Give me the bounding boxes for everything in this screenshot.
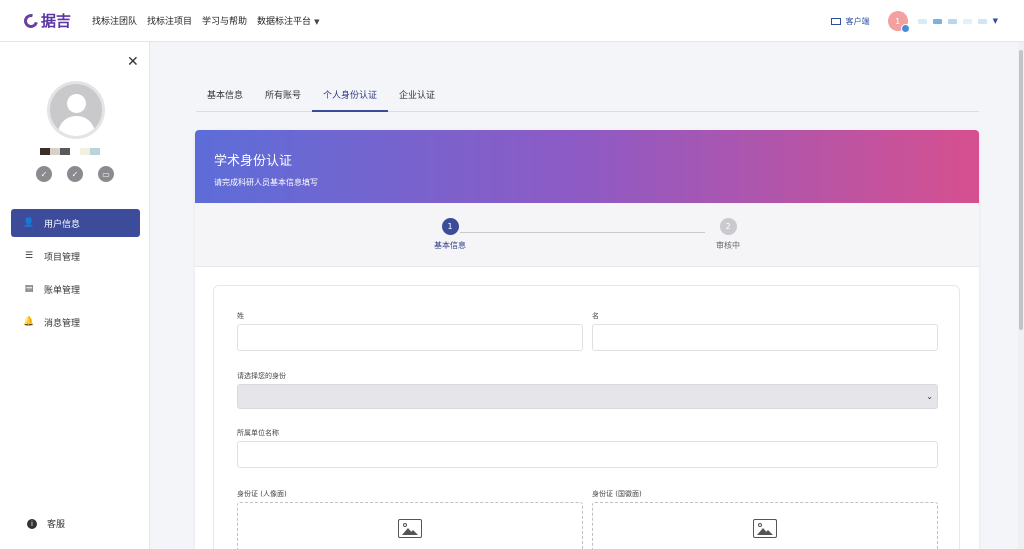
service-label: 客服 <box>47 520 66 530</box>
verified-badge-icon: ✓ <box>67 166 83 182</box>
user-avatar[interactable]: 1 <box>887 11 910 33</box>
notification-count: 1 <box>895 16 901 26</box>
org-name-input[interactable] <box>237 441 938 468</box>
stepper-line <box>460 232 705 233</box>
tab-personal-verification[interactable]: 个人身份认证 <box>312 82 389 112</box>
last-name-input[interactable] <box>237 324 583 351</box>
logo-icon <box>21 10 41 31</box>
sidebar-item-user-info[interactable]: 👤 用户信息 <box>11 209 140 237</box>
sidebar-item-label: 项目管理 <box>44 252 81 263</box>
main-nav: 找标注团队 找标注项目 学习与帮助 数据标注平台 ▼ <box>92 14 329 27</box>
stepper: 1 基本信息 2 审核中 <box>195 203 979 267</box>
form-panel: 姓 名 请选择您的身份 ⌄ 所属单位名称 身份证 (人像面) 身份证 (国徽面) <box>213 285 960 549</box>
page-scrollbar[interactable] <box>1018 42 1024 549</box>
id-front-label: 身份证 (人像面) <box>237 490 287 498</box>
check-badge-icon: ✓ <box>36 166 52 182</box>
sidebar-item-bills[interactable]: ▤ 账单管理 <box>11 275 140 303</box>
account-tabs: 基本信息 所有账号 个人身份认证 企业认证 <box>196 82 979 112</box>
sidebar-item-messages[interactable]: 🔔 消息管理 <box>11 308 140 336</box>
first-name-input[interactable] <box>592 324 938 351</box>
sidebar-item-label: 账单管理 <box>44 285 81 296</box>
tab-basic-info[interactable]: 基本信息 <box>196 82 254 112</box>
step-label: 基本信息 <box>434 241 466 250</box>
bell-icon: 🔔 <box>23 317 35 327</box>
card-badge-icon: ▭ <box>98 166 114 182</box>
top-navbar: 据吉 找标注团队 找标注项目 学习与帮助 数据标注平台 ▼ 客户端 1 ▼ <box>0 0 1024 42</box>
id-front-upload[interactable] <box>237 502 583 549</box>
chevron-down-icon: ⌄ <box>926 392 933 401</box>
image-icon <box>398 519 422 538</box>
sidebar-menu: 👤 用户信息 ☰ 项目管理 ▤ 账单管理 🔔 消息管理 <box>11 209 140 341</box>
step-label: 审核中 <box>716 241 740 250</box>
card-subtitle: 请完成科研人员基本信息填写 <box>214 178 318 187</box>
bill-icon: ▤ <box>24 284 34 294</box>
user-icon: 👤 <box>23 218 35 228</box>
id-back-upload[interactable] <box>592 502 938 549</box>
verification-badges: ✓ ✓ ▭ <box>36 166 129 182</box>
identity-label: 请选择您的身份 <box>237 372 286 380</box>
profile-avatar <box>47 81 105 139</box>
card-banner: 学术身份认证 请完成科研人员基本信息填写 <box>195 130 979 203</box>
sidebar-item-label: 消息管理 <box>44 318 81 329</box>
nav-platform-dropdown[interactable]: 数据标注平台 ▼ <box>257 14 319 27</box>
client-label: 客户端 <box>845 16 870 26</box>
identity-select[interactable]: ⌄ <box>237 384 938 409</box>
id-back-label: 身份证 (国徽面) <box>592 490 642 498</box>
customer-service-link[interactable]: i 客服 <box>27 517 65 530</box>
caret-down-icon: ▼ <box>314 18 320 26</box>
step-basic-info: 1 基本信息 <box>420 218 480 251</box>
last-name-label: 姓 <box>237 312 244 320</box>
logo[interactable]: 据吉 <box>21 10 84 31</box>
sidebar-item-label: 用户信息 <box>44 219 81 230</box>
step-number: 2 <box>719 218 737 235</box>
top-right-area: 客户端 1 ▼ <box>830 0 1004 42</box>
tab-enterprise-verification[interactable]: 企业认证 <box>388 82 446 112</box>
status-dot <box>900 24 910 33</box>
logo-text: 据吉 <box>41 12 72 30</box>
tab-all-accounts[interactable]: 所有账号 <box>254 82 312 112</box>
nav-platform-label: 数据标注平台 <box>257 17 312 27</box>
org-label: 所属单位名称 <box>237 429 279 437</box>
image-icon <box>753 519 777 538</box>
nav-learn-help[interactable]: 学习与帮助 <box>202 14 247 27</box>
sidebar: ✕ ✓ ✓ ▭ 👤 用户信息 ☰ 项目管理 ▤ 账单管理 🔔 消息管理 i 客服 <box>0 42 150 549</box>
list-icon: ☰ <box>24 251 34 261</box>
first-name-label: 名 <box>592 312 599 320</box>
step-number: 1 <box>441 218 459 235</box>
nav-find-team[interactable]: 找标注团队 <box>92 14 137 27</box>
profile-name-redacted <box>40 148 100 155</box>
client-download-link[interactable]: 客户端 <box>830 16 870 27</box>
info-icon: i <box>27 518 37 529</box>
sidebar-item-projects[interactable]: ☰ 项目管理 <box>11 242 140 270</box>
nav-find-project[interactable]: 找标注项目 <box>147 14 192 27</box>
monitor-icon <box>830 17 841 25</box>
step-under-review: 2 审核中 <box>698 218 758 251</box>
username-redacted[interactable]: ▼ <box>917 17 1004 25</box>
scroll-thumb[interactable] <box>1019 50 1023 330</box>
close-icon[interactable]: ✕ <box>127 54 139 70</box>
user-menu-caret-icon: ▼ <box>992 17 998 25</box>
card-title: 学术身份认证 <box>214 154 293 169</box>
